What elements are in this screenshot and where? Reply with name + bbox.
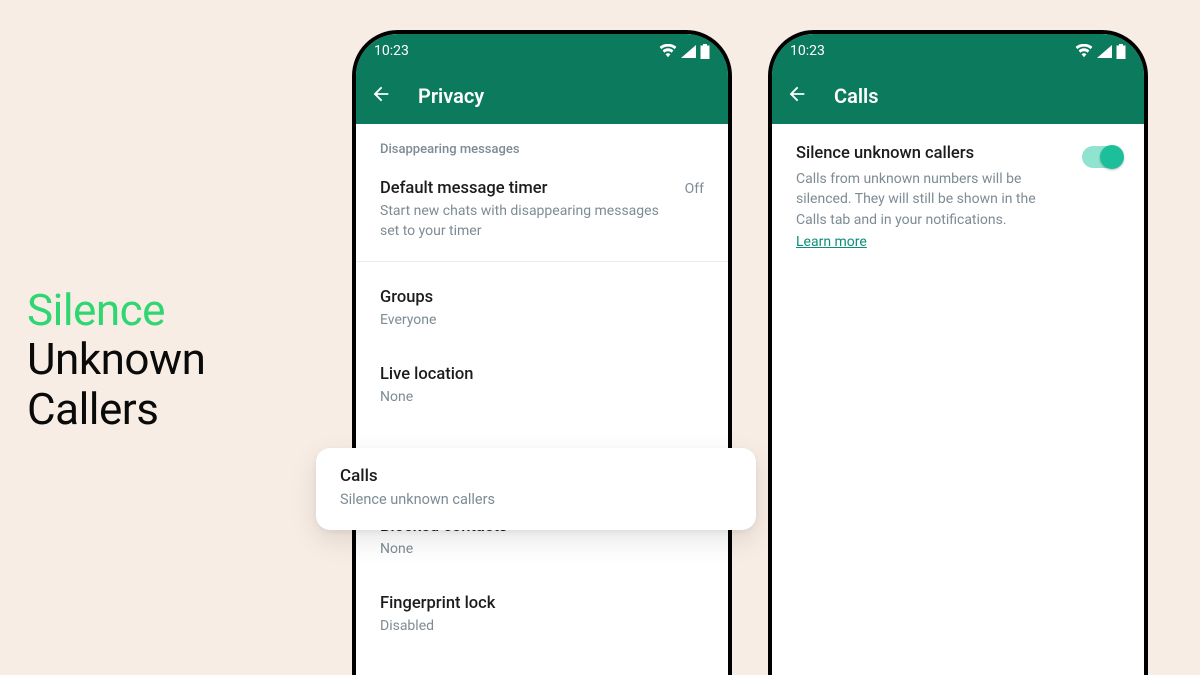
arrow-left-icon	[370, 83, 392, 105]
row-calls-highlight[interactable]: Calls Silence unknown callers	[316, 448, 756, 530]
row-value: Off	[685, 179, 704, 197]
signal-icon	[681, 45, 696, 58]
app-bar: Privacy	[356, 68, 728, 124]
phone-privacy: 10:23 Privacy Disappearing messages Defa…	[352, 30, 732, 675]
phone-calls: 10:23 Calls Silence unknown callers Call…	[768, 30, 1148, 675]
back-button[interactable]	[370, 83, 392, 109]
page-title: Privacy	[418, 84, 484, 108]
back-button[interactable]	[786, 83, 808, 109]
app-bar: Calls	[772, 68, 1144, 124]
status-time: 10:23	[790, 43, 825, 59]
battery-icon	[700, 44, 710, 59]
privacy-content: Disappearing messages Default message ti…	[356, 124, 728, 655]
setting-title: Silence unknown callers	[796, 144, 1068, 163]
status-icons	[659, 44, 710, 59]
battery-icon	[1116, 44, 1126, 59]
setting-description: Calls from unknown numbers will be silen…	[796, 169, 1068, 252]
status-bar: 10:23	[772, 34, 1144, 68]
row-sub: None	[380, 388, 704, 408]
wifi-icon	[659, 44, 677, 58]
learn-more-link[interactable]: Learn more	[796, 232, 867, 252]
headline-line-2: Unknown	[27, 335, 205, 384]
setting-silence-unknown-callers: Silence unknown callers Calls from unkno…	[772, 124, 1144, 270]
row-sub: Everyone	[380, 311, 704, 331]
headline-line-1: Silence	[27, 286, 205, 335]
row-title: Calls	[340, 466, 732, 486]
headline-line-3: Callers	[27, 385, 205, 434]
arrow-left-icon	[786, 83, 808, 105]
row-fingerprint-lock[interactable]: Fingerprint lock Disabled	[356, 578, 728, 655]
status-icons	[1075, 44, 1126, 59]
row-title: Groups	[380, 288, 704, 307]
row-title: Live location	[380, 365, 704, 384]
row-live-location[interactable]: Live location None	[356, 349, 728, 426]
row-sub: Silence unknown callers	[340, 490, 732, 510]
divider	[356, 261, 728, 262]
row-sub: None	[380, 540, 704, 560]
row-groups[interactable]: Groups Everyone	[356, 272, 728, 349]
status-bar: 10:23	[356, 34, 728, 68]
row-default-message-timer[interactable]: Default message timer Start new chats wi…	[356, 167, 728, 255]
page-title: Calls	[834, 84, 879, 108]
wifi-icon	[1075, 44, 1093, 58]
row-sub: Start new chats with disappearing messag…	[380, 202, 671, 241]
row-sub: Disabled	[380, 617, 704, 637]
status-time: 10:23	[374, 43, 409, 59]
row-title: Default message timer	[380, 179, 671, 198]
row-title: Fingerprint lock	[380, 594, 704, 613]
promo-headline: Silence Unknown Callers	[27, 286, 205, 434]
section-disappearing-messages: Disappearing messages	[356, 124, 728, 167]
signal-icon	[1097, 45, 1112, 58]
silence-unknown-callers-toggle[interactable]	[1082, 146, 1122, 168]
